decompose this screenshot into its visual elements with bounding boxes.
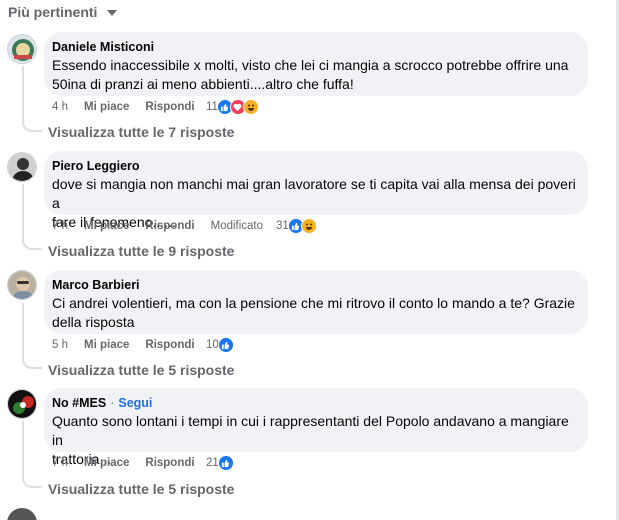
comment-text: Essendo inaccessibile x molti, visto che… <box>52 57 569 92</box>
timestamp[interactable]: 7 h <box>52 457 68 469</box>
like-button[interactable]: Mi piace <box>84 101 129 113</box>
haha-icon <box>242 99 259 115</box>
sort-label: Più pertinenti <box>8 4 98 20</box>
author-name[interactable]: Piero Leggiero <box>52 158 140 174</box>
comment-actions: 4 h Mi piace Rispondi <box>52 99 211 115</box>
view-replies-link[interactable]: Visualizza tutte le 9 risposte <box>48 243 234 259</box>
comment-text: Ci andrei volentieri, ma con la pensione… <box>52 295 575 330</box>
reply-button[interactable]: Rispondi <box>145 457 194 469</box>
reaction-count: 21 <box>206 457 219 469</box>
view-replies-link[interactable]: Visualizza tutte le 5 risposte <box>48 481 234 497</box>
comment-actions: 7 h Mi piace Rispondi Modificato <box>52 218 279 234</box>
avatar[interactable] <box>7 270 37 300</box>
author-name[interactable]: No #MES <box>52 395 106 411</box>
comment-actions: 5 h Mi piace Rispondi <box>52 337 211 353</box>
comment-sort-dropdown[interactable]: Più pertinenti <box>8 2 118 22</box>
view-replies-link[interactable]: Visualizza tutte le 7 risposte <box>48 124 234 140</box>
timestamp[interactable]: 4 h <box>52 101 68 113</box>
view-replies-link[interactable]: Visualizza tutte le 5 risposte <box>48 362 234 378</box>
reply-button[interactable]: Rispondi <box>145 339 194 351</box>
like-button[interactable]: Mi piace <box>84 220 129 232</box>
comment-bubble: Piero Leggiero dove si mangia non manchi… <box>44 151 588 230</box>
like-button[interactable]: Mi piace <box>84 339 129 351</box>
reaction-count: 31 <box>276 220 289 232</box>
avatar[interactable] <box>7 508 37 520</box>
timestamp[interactable]: 7 h <box>52 220 68 232</box>
separator-dot: · <box>110 396 115 410</box>
comment-bubble: Daniele Misticoni Essendo inaccessibile … <box>44 32 588 96</box>
edited-label[interactable]: Modificato <box>211 220 263 232</box>
haha-icon <box>300 218 317 234</box>
avatar[interactable] <box>7 389 37 419</box>
avatar[interactable] <box>7 152 37 182</box>
like-icon <box>217 455 234 471</box>
reaction-summary[interactable]: 10 <box>206 336 234 354</box>
comment-bubble: Marco Barbieri Ci andrei volentieri, ma … <box>44 270 588 334</box>
avatar[interactable] <box>7 34 37 64</box>
follow-button[interactable]: Segui <box>118 395 152 411</box>
reaction-summary[interactable]: 31 <box>276 217 317 235</box>
like-icon <box>217 337 234 353</box>
reaction-summary[interactable]: 21 <box>206 454 234 472</box>
author-name[interactable]: Marco Barbieri <box>52 277 140 293</box>
timestamp[interactable]: 5 h <box>52 339 68 351</box>
reply-button[interactable]: Rispondi <box>145 220 194 232</box>
reply-button[interactable]: Rispondi <box>145 101 194 113</box>
reaction-count: 10 <box>206 339 219 351</box>
caret-down-icon[interactable] <box>107 10 118 16</box>
comment-actions: 7 h Mi piace Rispondi <box>52 455 211 471</box>
comment-bubble: No #MES · Segui Quanto sono lontani i te… <box>44 388 588 467</box>
reaction-summary[interactable]: 11 <box>206 98 259 116</box>
like-button[interactable]: Mi piace <box>84 457 129 469</box>
author-name[interactable]: Daniele Misticoni <box>52 39 154 55</box>
